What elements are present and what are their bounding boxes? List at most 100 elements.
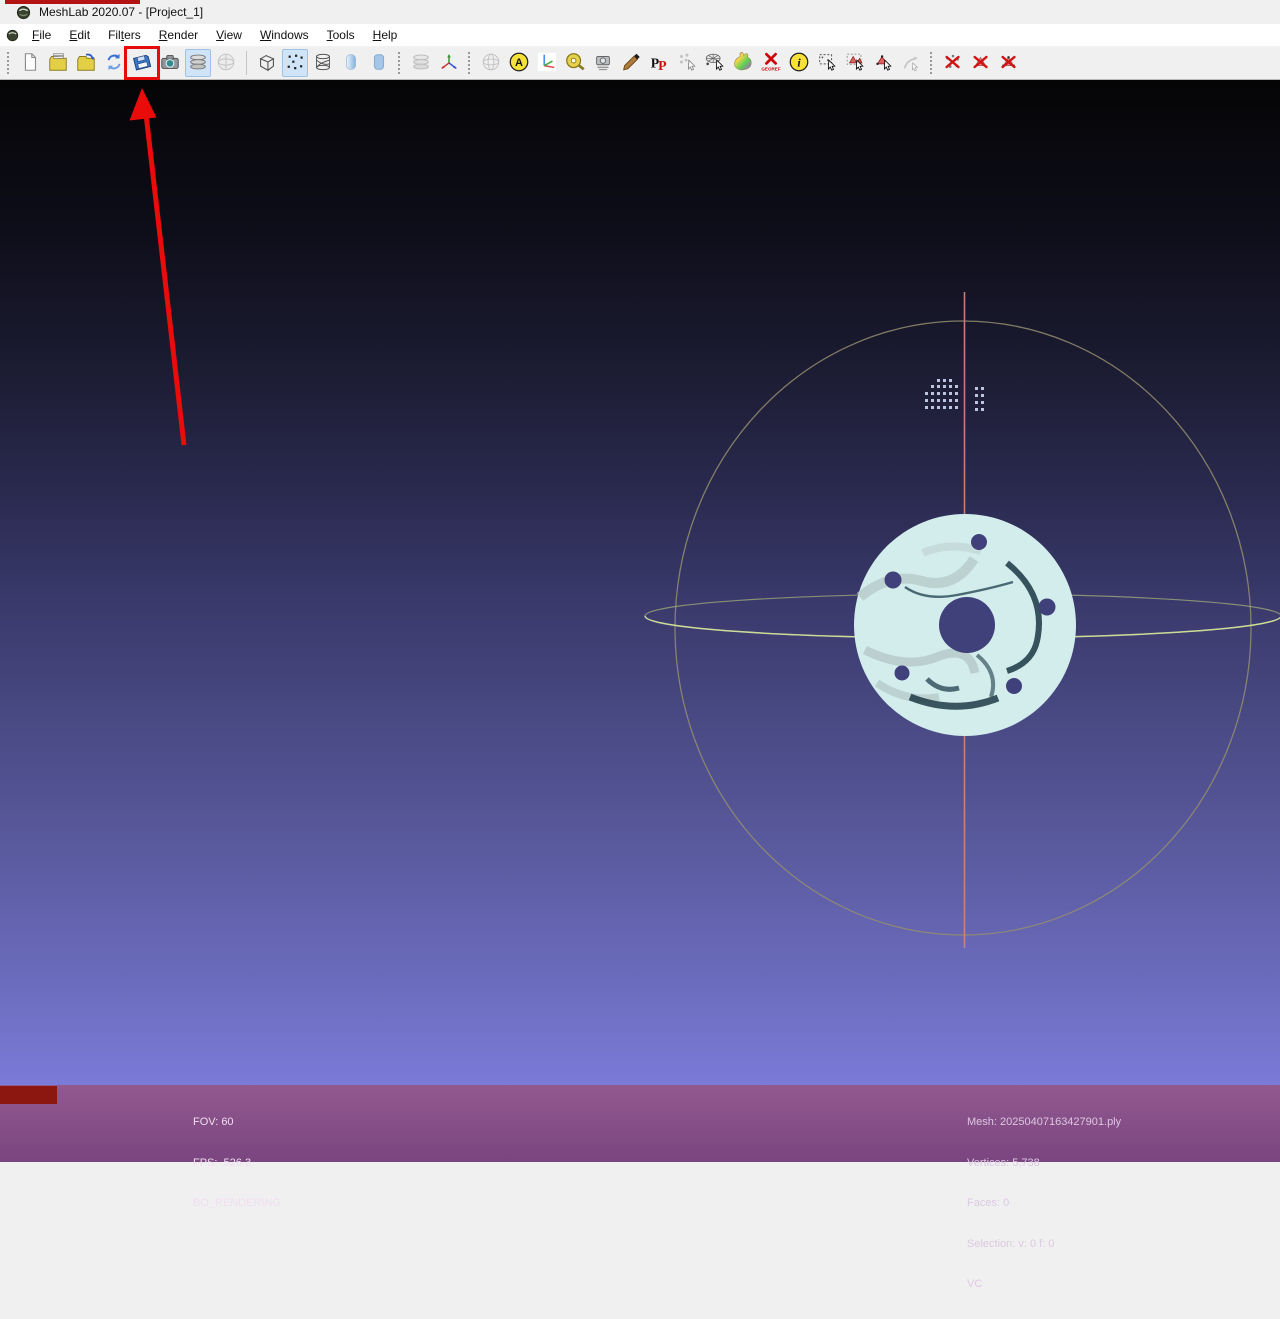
title-bar: MeshLab 2020.07 - [Project_1] — [0, 0, 1280, 24]
toolbar-grip-handle[interactable] — [468, 52, 472, 74]
menu-render[interactable]: Render — [150, 25, 207, 45]
trackball-globe-icon — [480, 51, 502, 76]
open-project-folder-icon — [47, 51, 69, 76]
hud-vc: VC — [967, 1278, 1121, 1292]
show-layer-dialog-button[interactable] — [185, 49, 211, 77]
menu-windows[interactable]: Windows — [251, 25, 318, 45]
georef-icon: GEOREF — [760, 51, 782, 76]
delete-faces-icon — [970, 51, 992, 76]
light-toggle-button[interactable]: A — [506, 49, 532, 77]
menu-bar: File Edit Filters Render View Windows To… — [0, 24, 1280, 47]
point-cluster — [925, 379, 984, 411]
menu-tools[interactable]: Tools — [318, 25, 364, 45]
trackball-button[interactable] — [478, 49, 504, 77]
mdi-child-icon — [6, 29, 19, 42]
menu-filters[interactable]: Filters — [99, 25, 150, 45]
hud-left-block: FOV: 60 FPS: 526.3 BO_RENDERING — [193, 1089, 281, 1238]
select-vertices-button[interactable] — [870, 49, 896, 77]
camera-icon — [159, 51, 181, 76]
ortho-view-button[interactable] — [534, 49, 560, 77]
menu-file[interactable]: File — [23, 25, 60, 45]
tape-measure-icon — [564, 51, 586, 76]
flat-cylinder-icon — [368, 51, 390, 76]
bounding-box-icon — [256, 51, 278, 76]
new-document-icon — [19, 51, 41, 76]
paint-tool-button[interactable] — [618, 49, 644, 77]
hud-faces: Faces: 0 — [967, 1197, 1121, 1211]
smooth-cylinder-icon — [340, 51, 362, 76]
measure-tool-button[interactable] — [562, 49, 588, 77]
hud-mode: BO_RENDERING — [193, 1197, 281, 1211]
delete-faces-button[interactable] — [968, 49, 994, 77]
draw-wireframe-button[interactable] — [310, 49, 336, 77]
move-arrow-icon — [900, 51, 922, 76]
draw-bbox-button[interactable] — [254, 49, 280, 77]
layers-stack-icon — [187, 51, 209, 76]
toolbar-grip-handle[interactable] — [7, 52, 11, 74]
layer-stack-button[interactable] — [408, 49, 434, 77]
gray-layers-icon — [410, 51, 432, 76]
show-axes-button[interactable] — [436, 49, 462, 77]
open-project-button[interactable] — [45, 49, 71, 77]
georef-button[interactable]: GEOREF — [758, 49, 784, 77]
delete-faces-vertices-button[interactable] — [996, 49, 1022, 77]
draw-points-button[interactable] — [282, 49, 308, 77]
select-vertices-icon — [872, 51, 894, 76]
delete-vertices-button[interactable] — [940, 49, 966, 77]
move-selection-button[interactable] — [898, 49, 924, 77]
menu-edit[interactable]: Edit — [60, 25, 99, 45]
raster-align-button[interactable] — [590, 49, 616, 77]
show-raster-button[interactable] — [213, 49, 239, 77]
point-picking-button[interactable] — [674, 49, 700, 77]
menu-help[interactable]: Help — [364, 25, 407, 45]
mesh-info-button[interactable]: i — [786, 49, 812, 77]
toolbar-grip-handle[interactable] — [398, 52, 402, 74]
hud-fov: FOV: 60 — [193, 1116, 281, 1130]
mesh-picking-button[interactable] — [702, 49, 728, 77]
point-pick-cursor-icon — [676, 51, 698, 76]
import-mesh-folder-icon — [75, 51, 97, 76]
smooth-shading-button[interactable] — [338, 49, 364, 77]
corner-axes-icon — [536, 51, 558, 76]
reload-icon — [103, 51, 125, 76]
import-mesh-button[interactable] — [73, 49, 99, 77]
svg-text:GEOREF: GEOREF — [761, 66, 781, 71]
select-faces-icon — [844, 51, 866, 76]
scene-canvas — [0, 80, 1280, 1162]
quality-mapper-button[interactable] — [730, 49, 756, 77]
main-toolbar: A PP GEOREF i — [0, 47, 1280, 80]
globe-icon — [215, 51, 237, 76]
3d-viewport[interactable]: FOV: 60 FPS: 526.3 BO_RENDERING Mesh: 20… — [0, 80, 1280, 1162]
delete-vertices-icon — [942, 51, 964, 76]
toolbar-grip-handle[interactable] — [930, 52, 934, 74]
mesh-object-disc[interactable] — [854, 514, 1076, 736]
flat-shading-button[interactable] — [366, 49, 392, 77]
save-project-button[interactable] — [129, 49, 155, 77]
wireframe-cylinder-icon — [312, 51, 334, 76]
toolbar-separator — [246, 51, 247, 75]
pp-letters-icon: PP — [648, 51, 670, 76]
points-icon — [284, 51, 306, 76]
svg-text:A: A — [515, 57, 523, 69]
pick-points-button[interactable]: PP — [646, 49, 672, 77]
hud-right-block: Mesh: 20250407163427901.ply Vertices: 5,… — [967, 1089, 1121, 1319]
select-rectangle-button[interactable] — [814, 49, 840, 77]
hud-vertices: Vertices: 5,738 — [967, 1157, 1121, 1171]
hud-selection: Selection: v: 0 f: 0 — [967, 1238, 1121, 1252]
select-faces-button[interactable] — [842, 49, 868, 77]
menu-view[interactable]: View — [207, 25, 251, 45]
meshlab-logo-icon — [16, 5, 31, 20]
raster-camera-icon — [592, 51, 614, 76]
mesh-pick-cursor-icon — [704, 51, 726, 76]
new-project-button[interactable] — [17, 49, 43, 77]
hud-mesh-name: Mesh: 20250407163427901.ply — [967, 1116, 1121, 1130]
hud-fps: FPS: 526.3 — [193, 1157, 281, 1171]
rainbow-bunny-icon — [732, 51, 754, 76]
paint-brush-icon — [620, 51, 642, 76]
svg-text:P: P — [658, 57, 667, 72]
delete-faces-vertices-icon — [998, 51, 1020, 76]
hud-strip: FOV: 60 FPS: 526.3 BO_RENDERING Mesh: 20… — [0, 1085, 1280, 1162]
snapshot-button[interactable] — [157, 49, 183, 77]
light-a-icon: A — [508, 51, 530, 76]
reload-mesh-button[interactable] — [101, 49, 127, 77]
